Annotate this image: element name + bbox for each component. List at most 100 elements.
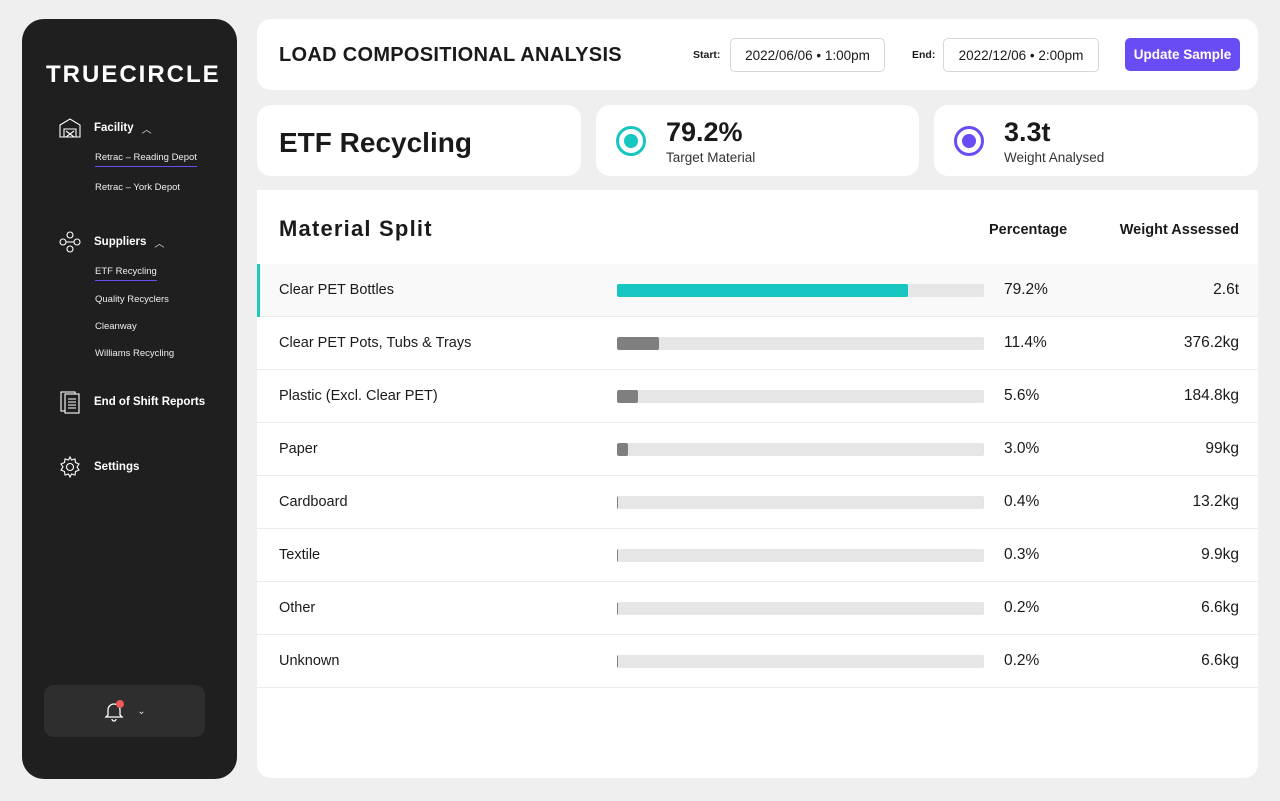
percentage-value: 11.4% [1004,334,1047,351]
weight-value: 2.6t [1213,281,1239,298]
col-header-weight: Weight Assessed [1119,222,1239,238]
weight-value: 376.2kg [1183,334,1239,351]
percentage-value: 0.2% [1004,599,1040,616]
percentage-bar [617,655,984,668]
material-name: Paper [279,441,318,457]
percentage-bar-fill [617,337,659,350]
end-date-field[interactable]: 2022/12/06 • 2:00pm [943,38,1099,72]
percentage-bar [617,496,984,509]
material-name: Plastic (Excl. Clear PET) [279,388,438,404]
nav-settings[interactable]: Settings [58,454,228,480]
brand-logo: TRUECIRCLE [46,61,221,88]
start-date-field[interactable]: 2022/06/06 • 1:00pm [730,38,885,72]
percentage-value: 79.2% [1004,281,1048,298]
percentage-bar [617,390,984,403]
weight-value: 99kg [1205,440,1239,457]
percentage-bar-fill [617,549,619,562]
material-name: Clear PET Pots, Tubs & Trays [279,335,472,351]
chevron-up-icon: ︿ [154,238,165,250]
sidebar-item-quality-recyclers[interactable]: Quality Recyclers [95,294,169,308]
weight-value: 9.9kg [1201,546,1239,563]
material-rows: Clear PET Bottles 79.2% 2.6t Clear PET Pots… [257,264,1258,688]
weight-value: 6.6kg [1201,599,1239,616]
weight-analysed-value: 3.3t [1004,117,1051,147]
table-row[interactable]: Cardboard 0.4% 13.2kg [257,476,1258,529]
sidebar: TRUECIRCLE Facility ︿ Retrac – Reading D… [22,19,237,779]
table-row[interactable]: Clear PET Bottles 79.2% 2.6t [257,264,1258,317]
sidebar-item-williams-recycling[interactable]: Williams Recycling [95,348,174,362]
nav-reports-label: End of Shift Reports [94,396,206,408]
supplier-card: ETF Recycling [257,105,581,176]
percentage-bar-fill [617,655,618,668]
percentage-bar [617,602,984,615]
update-sample-button[interactable]: Update Sample [1125,38,1240,71]
bell-icon [103,700,125,722]
nav-facility-toggle[interactable]: Facility ︿ [58,115,228,141]
weight-value: 6.6kg [1201,652,1239,669]
page-title: LOAD COMPOSITIONAL ANALYSIS [279,44,622,66]
percentage-bar-fill [617,602,618,615]
chevron-down-icon: ⌄ [137,705,146,717]
target-ring-icon [616,126,646,156]
table-row[interactable]: Unknown 0.2% 6.6kg [257,635,1258,688]
percentage-bar-fill [617,284,908,297]
nav-group-facility: Facility ︿ Retrac – Reading Depot Retrac… [58,115,228,196]
material-name: Clear PET Bottles [279,282,394,298]
percentage-value: 0.4% [1004,493,1040,510]
table-row[interactable]: Textile 0.3% 9.9kg [257,529,1258,582]
table-row[interactable]: Plastic (Excl. Clear PET) 5.6% 184.8kg [257,370,1258,423]
notifications-button[interactable]: ⌄ [44,685,205,737]
sidebar-item-cleanway[interactable]: Cleanway [95,321,137,335]
percentage-bar [617,443,984,456]
percentage-value: 5.6% [1004,387,1040,404]
table-row[interactable]: Other 0.2% 6.6kg [257,582,1258,635]
col-header-percentage: Percentage [989,222,1068,238]
sidebar-item-york-depot[interactable]: Retrac – York Depot [95,182,180,196]
chevron-up-icon: ︿ [141,124,152,136]
weight-analysed-label: Weight Analysed [1004,150,1105,165]
percentage-value: 3.0% [1004,440,1040,457]
percentage-bar-fill [617,443,628,456]
percentage-bar [617,284,984,297]
weight-ring-icon [954,126,984,156]
material-name: Other [279,600,316,616]
weight-value: 13.2kg [1192,493,1239,510]
percentage-bar [617,549,984,562]
material-name: Textile [279,547,321,563]
nav-group-reports: End of Shift Reports [58,389,228,415]
material-split-title: Material Split [279,216,433,241]
material-split-card: Material Split Percentage Weight Assesse… [257,190,1258,778]
supplier-name: ETF Recycling [279,127,472,158]
start-label: Start: [693,49,721,61]
sidebar-item-reading-depot[interactable]: Retrac – Reading Depot [95,152,197,167]
table-row[interactable]: Clear PET Pots, Tubs & Trays 11.4% 376.2kg [257,317,1258,370]
material-name: Cardboard [279,494,348,510]
target-material-card: 79.2% Target Material [596,105,919,176]
gear-icon [58,455,82,479]
nav-group-suppliers: Suppliers ︿ ETF Recycling Quality Recycl… [58,229,228,362]
suppliers-network-icon [58,230,82,254]
percentage-bar-fill [617,390,638,403]
sidebar-item-etf-recycling[interactable]: ETF Recycling [95,266,157,281]
row-selected-indicator [257,264,260,317]
nav-facility-label: Facility [94,122,134,134]
weight-value: 184.8kg [1183,387,1239,404]
target-material-value: 79.2% [666,117,743,147]
nav-suppliers-toggle[interactable]: Suppliers ︿ [58,229,228,255]
percentage-bar-fill [617,496,619,509]
document-icon [58,390,82,414]
nav-suppliers-label: Suppliers [94,236,147,248]
percentage-value: 0.2% [1004,652,1040,669]
warehouse-icon [58,116,82,140]
nav-settings-label: Settings [94,461,140,473]
material-name: Unknown [279,653,340,669]
weight-analysed-card: 3.3t Weight Analysed [934,105,1258,176]
target-material-label: Target Material [666,150,756,165]
percentage-bar [617,337,984,350]
nav-group-settings: Settings [58,454,228,480]
header-bar: LOAD COMPOSITIONAL ANALYSIS Start: 2022/… [257,19,1258,90]
nav-end-of-shift-reports[interactable]: End of Shift Reports [58,389,228,415]
percentage-value: 0.3% [1004,546,1040,563]
table-row[interactable]: Paper 3.0% 99kg [257,423,1258,476]
end-label: End: [912,49,936,61]
